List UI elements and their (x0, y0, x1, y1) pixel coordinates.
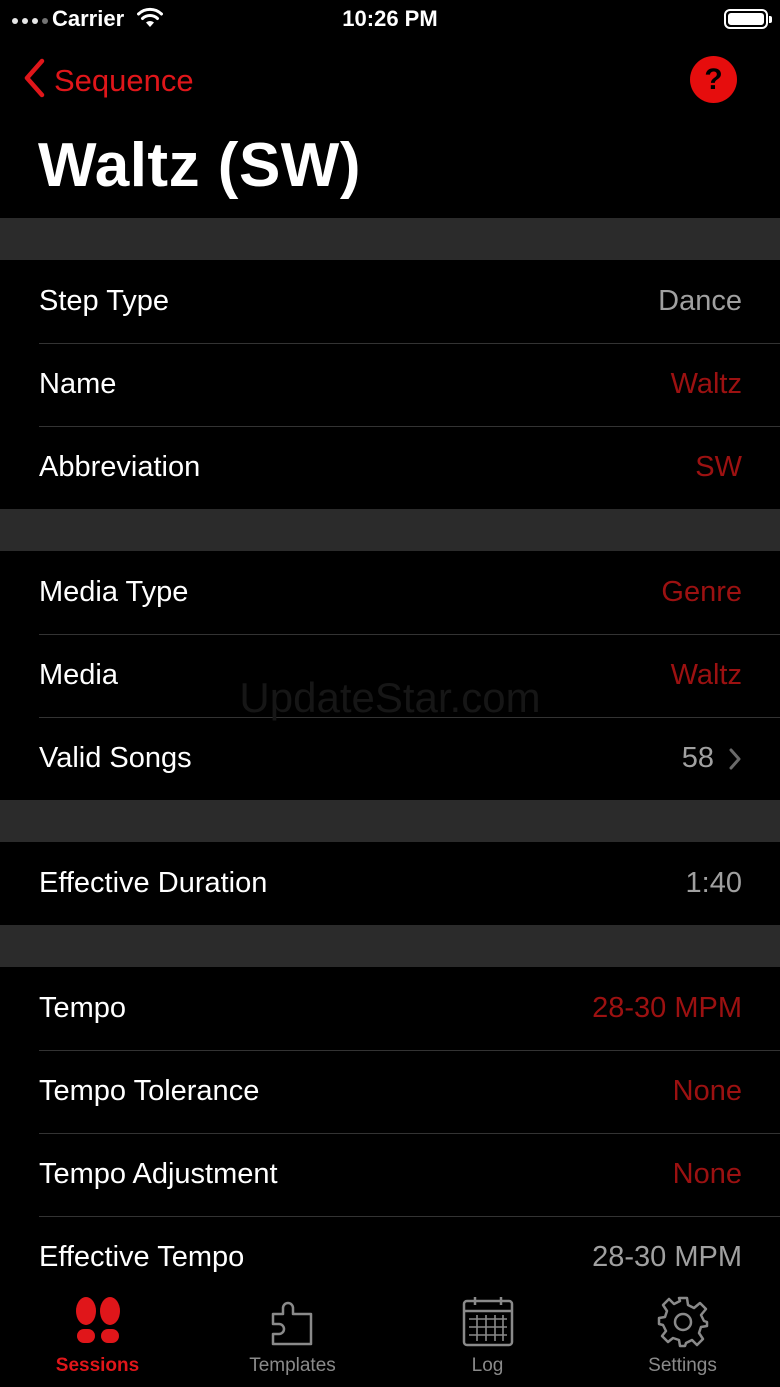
help-button[interactable]: ? (690, 56, 737, 103)
calendar-icon (461, 1293, 515, 1351)
section-step: Step Type Dance Name Waltz Abbreviation … (0, 260, 780, 509)
clock: 10:26 PM (342, 6, 438, 31)
row-value: SW (695, 451, 742, 483)
row-tempo-tolerance[interactable]: Tempo Tolerance None (0, 1050, 780, 1133)
row-label: Tempo (39, 992, 127, 1024)
tab-settings[interactable]: Settings (585, 1289, 780, 1387)
back-button-label: Sequence (54, 62, 194, 98)
row-effective-duration[interactable]: Effective Duration 1:40 (0, 842, 780, 925)
footprints-icon (71, 1293, 125, 1351)
row-value: Dance (658, 285, 742, 317)
row-label: Step Type (39, 285, 170, 317)
chevron-left-icon (22, 58, 46, 103)
row-value: Waltz (670, 659, 742, 691)
row-label: Name (39, 368, 117, 400)
tab-label: Templates (249, 1355, 336, 1376)
section-media: Media Type Genre Media Waltz Valid Songs… (0, 551, 780, 800)
section-separator (0, 509, 780, 551)
tab-templates[interactable]: Templates (195, 1289, 390, 1387)
row-tempo-adjustment[interactable]: Tempo Adjustment None (0, 1133, 780, 1216)
section-separator (0, 800, 780, 842)
battery-icon (724, 9, 772, 29)
row-value: 28-30 MPM (592, 992, 742, 1024)
row-media-type[interactable]: Media Type Genre (0, 551, 780, 634)
section-tempo: Tempo 28-30 MPM Tempo Tolerance None Tem… (0, 967, 780, 1299)
back-button[interactable]: Sequence (22, 58, 194, 103)
row-value: Waltz (670, 368, 742, 400)
row-label: Tempo Tolerance (39, 1075, 260, 1107)
section-separator (0, 218, 780, 260)
row-value: Genre (661, 576, 742, 608)
row-media[interactable]: Media Waltz (0, 634, 780, 717)
row-step-type[interactable]: Step Type Dance (0, 260, 780, 343)
row-label: Abbreviation (39, 451, 201, 483)
row-value: 58 (681, 742, 714, 774)
gear-icon (656, 1293, 710, 1351)
section-separator (0, 925, 780, 967)
section-duration: Effective Duration 1:40 (0, 842, 780, 925)
row-label: Effective Duration (39, 867, 268, 899)
row-effective-tempo[interactable]: Effective Tempo 28-30 MPM (0, 1216, 780, 1299)
chevron-right-icon (728, 747, 742, 771)
status-bar: Carrier 10:26 PM (0, 0, 780, 40)
page-title: Waltz (SW) (38, 131, 361, 200)
row-value: None (672, 1158, 742, 1190)
row-value: 28-30 MPM (592, 1241, 742, 1273)
tab-label: Sessions (55, 1355, 140, 1376)
row-name[interactable]: Name Waltz (0, 343, 780, 426)
tab-label: Log (471, 1355, 504, 1376)
row-label: Tempo Adjustment (39, 1158, 278, 1190)
tab-sessions[interactable]: Sessions (0, 1289, 195, 1387)
row-abbreviation[interactable]: Abbreviation SW (0, 426, 780, 509)
row-value: 1:40 (685, 867, 742, 899)
tab-bar: Sessions Templates Log Settings (0, 1289, 780, 1387)
puzzle-icon (269, 1293, 317, 1351)
detail-table: Step Type Dance Name Waltz Abbreviation … (0, 218, 780, 1299)
tab-log[interactable]: Log (390, 1289, 585, 1387)
row-value: None (672, 1075, 742, 1107)
row-tempo[interactable]: Tempo 28-30 MPM (0, 967, 780, 1050)
row-label: Media Type (39, 576, 189, 608)
row-valid-songs[interactable]: Valid Songs 58 (0, 717, 780, 800)
row-label: Valid Songs (39, 742, 192, 774)
row-label: Media (39, 659, 118, 691)
tab-label: Settings (648, 1355, 717, 1376)
row-label: Effective Tempo (39, 1241, 245, 1273)
